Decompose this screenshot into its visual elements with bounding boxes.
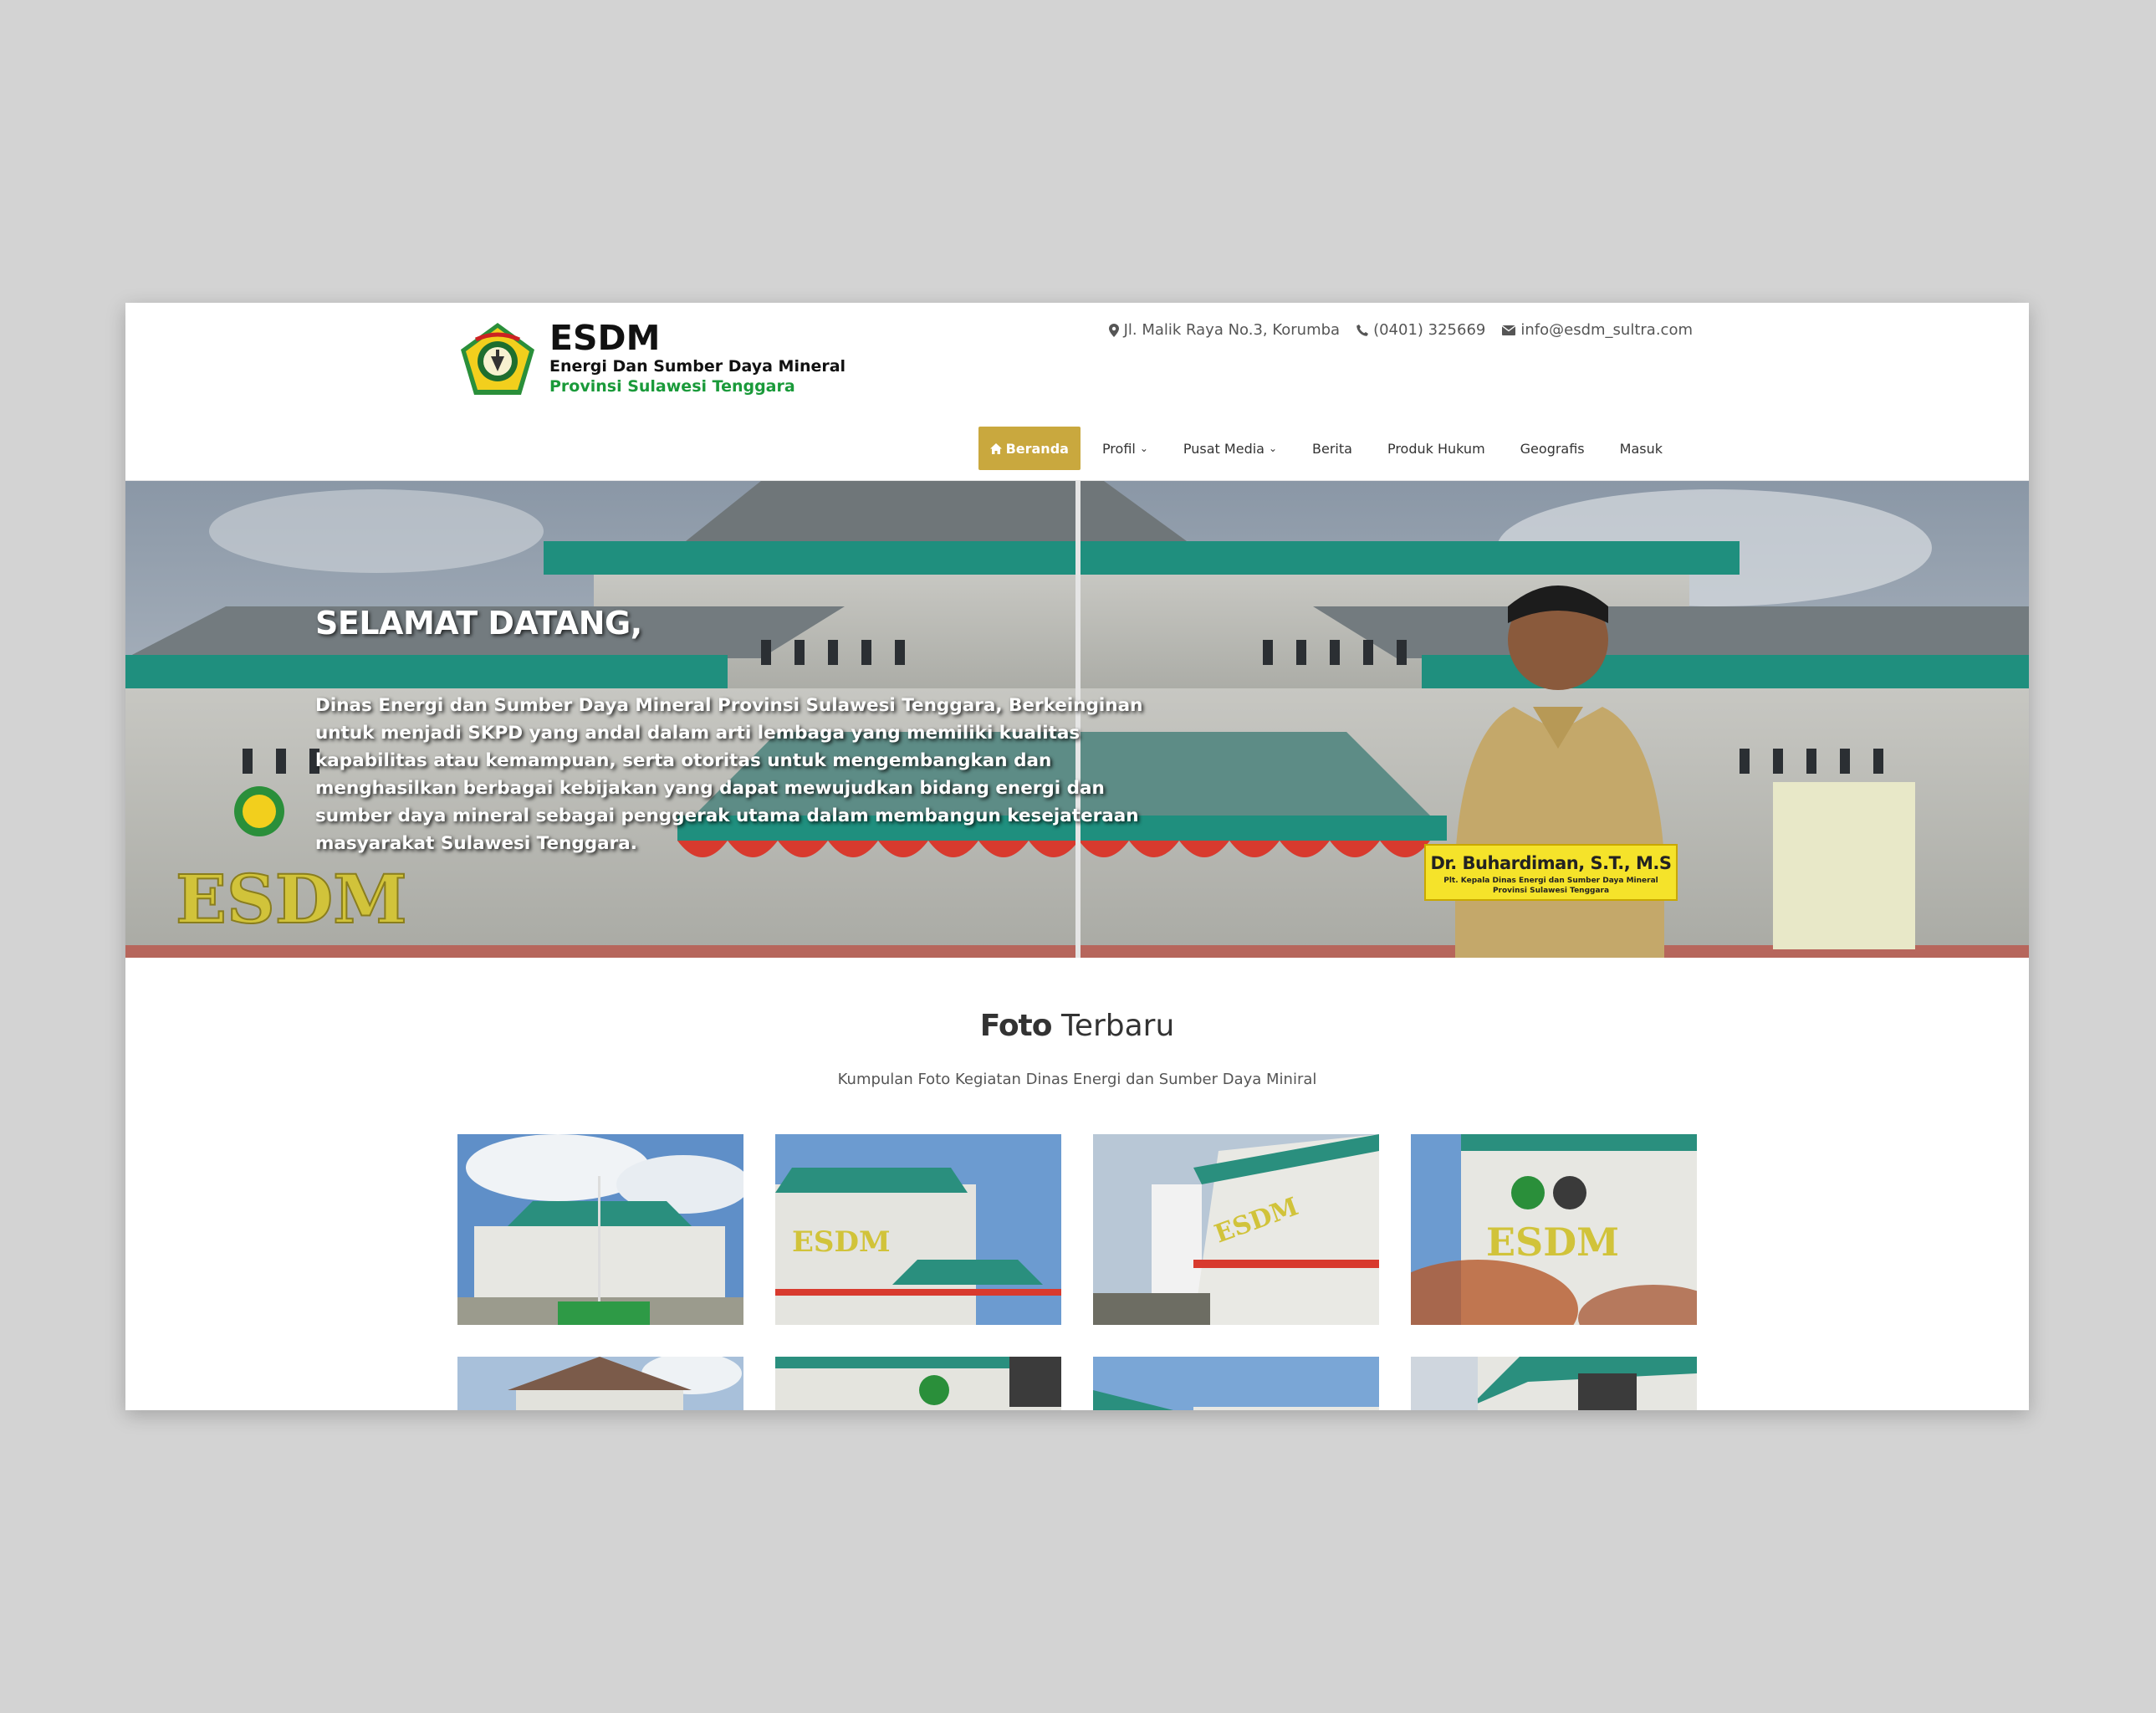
main-nav: Beranda Profil ⌄ Pusat Media ⌄ Berita Pr… <box>978 427 1680 470</box>
svg-text:ESDM: ESDM <box>792 1225 891 1259</box>
esdm-emblem-icon <box>461 323 534 395</box>
chevron-down-icon: ⌄ <box>1139 442 1148 454</box>
gallery-subtitle: Kumpulan Foto Kegiatan Dinas Energi dan … <box>837 1071 1317 1088</box>
address-item: Jl. Malik Raya No.3, Korumba <box>1108 321 1341 339</box>
phone-item[interactable]: (0401) 325669 <box>1356 321 1485 339</box>
chevron-down-icon: ⌄ <box>1268 442 1278 454</box>
gallery-photo[interactable] <box>1411 1357 1697 1410</box>
nav-label-pusat-media: Pusat Media <box>1183 440 1264 457</box>
person-nameplate: Dr. Buhardiman, S.T., M.S Plt. Kepala Di… <box>1424 844 1678 901</box>
hero-title: SELAMAT DATANG, <box>315 605 642 642</box>
nav-item-berita[interactable]: Berita <box>1295 427 1370 470</box>
person-name: Dr. Buhardiman, S.T., M.S <box>1430 853 1672 873</box>
logo-title: ESDM <box>549 318 661 358</box>
gallery-photo[interactable] <box>1093 1357 1379 1410</box>
gallery-title-bold: Foto <box>979 1009 1053 1043</box>
hero-description: Dinas Energi dan Sumber Daya Mineral Pro… <box>315 695 1143 854</box>
person-role-line2: Provinsi Sulawesi Tenggara <box>1492 887 1610 895</box>
nav-label-masuk: Masuk <box>1619 440 1663 457</box>
gallery-photo[interactable]: ESDM <box>1411 1134 1697 1325</box>
envelope-icon <box>1502 325 1516 335</box>
home-icon <box>989 442 1002 454</box>
address-text: Jl. Malik Raya No.3, Korumba <box>1123 321 1341 339</box>
browser-window: ESDM Energi Dan Sumber Daya Mineral Prov… <box>125 303 2029 1410</box>
gallery-photo[interactable] <box>775 1357 1061 1410</box>
nav-item-beranda[interactable]: Beranda <box>978 427 1081 470</box>
nav-item-geografis[interactable]: Geografis <box>1503 427 1602 470</box>
svg-text:ESDM: ESDM <box>176 860 407 938</box>
gallery-photo[interactable] <box>457 1357 743 1410</box>
nav-label-berita: Berita <box>1312 440 1352 457</box>
gallery-photo[interactable]: ESDM <box>775 1134 1061 1325</box>
logo-subtitle: Energi Dan Sumber Daya Mineral <box>549 357 846 376</box>
nav-item-profil[interactable]: Profil ⌄ <box>1085 427 1166 470</box>
nav-label-produk-hukum: Produk Hukum <box>1387 440 1485 457</box>
gallery-photo[interactable] <box>457 1134 743 1325</box>
phone-text: (0401) 325669 <box>1373 321 1486 339</box>
nav-item-masuk[interactable]: Masuk <box>1602 427 1680 470</box>
gallery-title: Foto Terbaru <box>125 1009 2029 1043</box>
svg-text:ESDM: ESDM <box>1486 1220 1619 1265</box>
nav-item-pusat-media[interactable]: Pusat Media ⌄ <box>1166 427 1295 470</box>
email-text: info@esdm_sultra.com <box>1520 321 1693 339</box>
gallery-title-rest: Terbaru <box>1051 1009 1175 1043</box>
nav-label-geografis: Geografis <box>1520 440 1585 457</box>
email-item[interactable]: info@esdm_sultra.com <box>1502 321 1693 339</box>
nav-label-profil: Profil <box>1101 440 1136 457</box>
gallery-photo[interactable]: ESDM <box>1093 1134 1379 1325</box>
site-logo[interactable]: ESDM Energi Dan Sumber Daya Mineral Prov… <box>457 320 846 400</box>
nav-label-beranda: Beranda <box>1005 440 1069 457</box>
phone-icon <box>1356 324 1369 336</box>
person-role-line1: Plt. Kepala Dinas Energi dan Sumber Daya… <box>1443 877 1658 885</box>
contact-bar: Jl. Malik Raya No.3, Korumba (0401) 3256… <box>1108 321 1693 339</box>
map-marker-icon <box>1108 323 1119 337</box>
nav-item-produk-hukum[interactable]: Produk Hukum <box>1370 427 1503 470</box>
hero-banner: ESDM SELAMAT DATANG, Dinas Energi dan Su… <box>125 481 2029 958</box>
logo-province: Provinsi Sulawesi Tenggara <box>549 377 795 396</box>
site-header: ESDM Energi Dan Sumber Daya Mineral Prov… <box>125 303 2029 481</box>
